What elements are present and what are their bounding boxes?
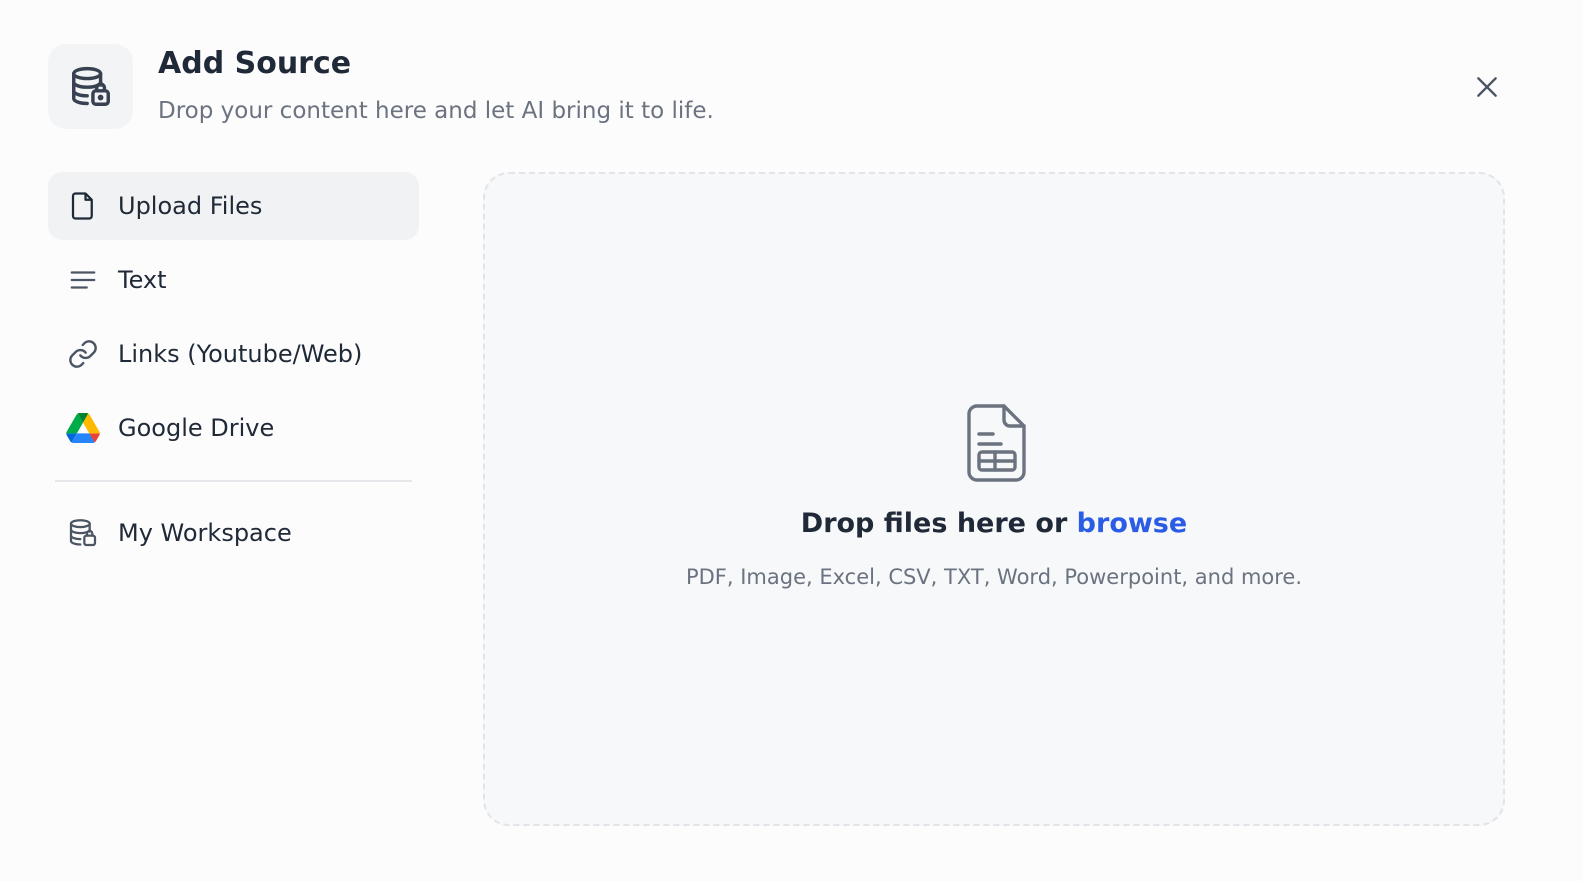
- browse-link[interactable]: browse: [1077, 508, 1188, 539]
- dialog-subtitle: Drop your content here and let AI bring …: [158, 98, 714, 124]
- database-lock-icon: [71, 66, 110, 106]
- sidebar-item-my-workspace[interactable]: My Workspace: [48, 499, 419, 567]
- sidebar-divider: [55, 480, 412, 482]
- close-icon: [1477, 77, 1497, 97]
- text-lines-icon: [66, 263, 100, 297]
- sidebar-item-label: Text: [118, 266, 167, 294]
- link-icon: [66, 337, 100, 371]
- sidebar-item-label: Google Drive: [118, 414, 275, 442]
- database-lock-icon: [66, 516, 100, 550]
- dialog-title: Add Source: [158, 46, 352, 81]
- sidebar-item-label: My Workspace: [118, 519, 292, 547]
- spreadsheet-file-icon: [967, 404, 1026, 482]
- header-icon-container: [48, 44, 133, 129]
- drop-prompt-text: Drop files here or: [800, 508, 1077, 539]
- file-drop-zone[interactable]: Drop files here or browse PDF, Image, Ex…: [483, 172, 1505, 826]
- sidebar-item-links[interactable]: Links (Youtube/Web): [48, 320, 419, 388]
- close-button[interactable]: [1468, 68, 1506, 106]
- supported-formats-hint: PDF, Image, Excel, CSV, TXT, Word, Power…: [685, 565, 1303, 589]
- sidebar-item-label: Links (Youtube/Web): [118, 340, 363, 368]
- drop-prompt: Drop files here or browse: [485, 508, 1503, 539]
- google-drive-icon: [66, 411, 100, 445]
- sidebar-item-text[interactable]: Text: [48, 246, 419, 314]
- sidebar-item-google-drive[interactable]: Google Drive: [48, 394, 419, 462]
- sidebar-item-upload-files[interactable]: Upload Files: [48, 172, 419, 240]
- add-source-dialog: Add Source Drop your content here and le…: [0, 0, 1583, 881]
- file-icon: [66, 189, 100, 223]
- sidebar-item-label: Upload Files: [118, 192, 263, 220]
